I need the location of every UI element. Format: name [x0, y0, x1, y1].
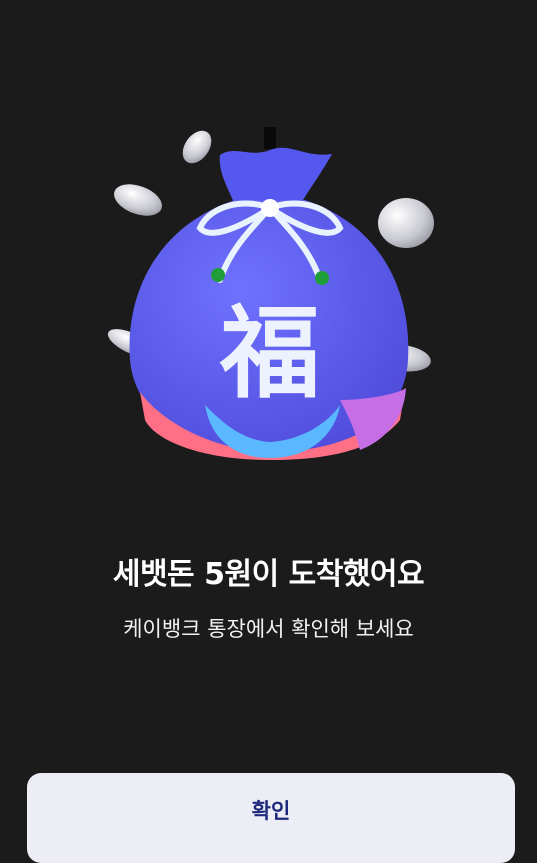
lucky-bag-icon: 福 — [100, 120, 440, 470]
modal-subtitle: 케이뱅크 통장에서 확인해 보세요 — [123, 617, 414, 641]
confirm-button-label: 확인 — [251, 799, 291, 823]
svg-text:福: 福 — [219, 295, 320, 412]
modal-title: 세뱃돈 5원이 도착했어요 — [112, 557, 425, 592]
confirm-button[interactable]: 확인 — [27, 773, 515, 863]
